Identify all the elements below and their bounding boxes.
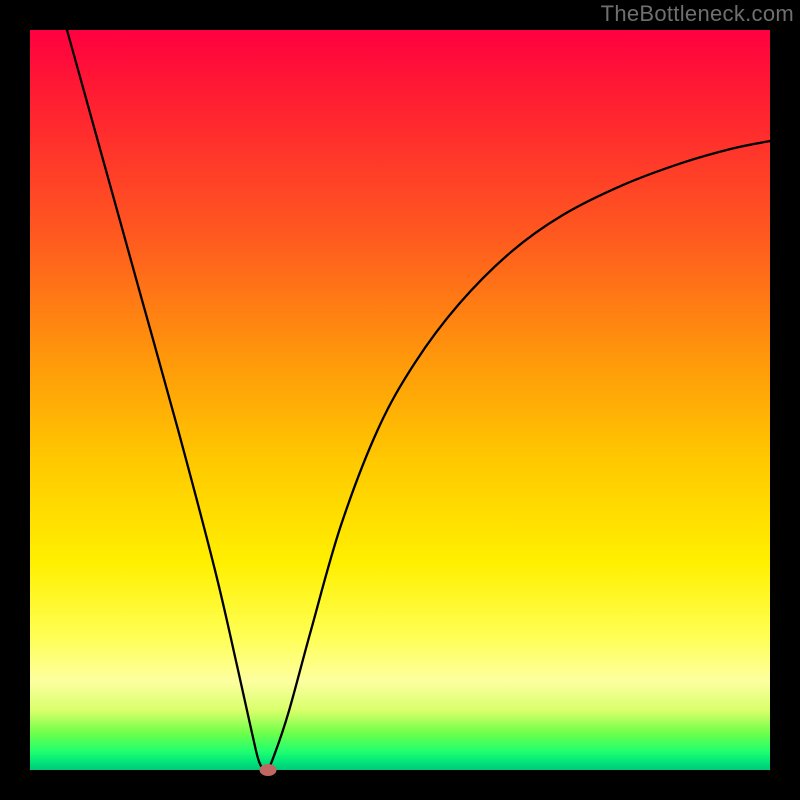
curve-svg <box>30 30 770 770</box>
optimal-point-marker <box>260 764 277 776</box>
watermark-text: TheBottleneck.com <box>601 1 794 27</box>
chart-frame: TheBottleneck.com <box>0 0 800 800</box>
bottleneck-curve <box>67 30 770 770</box>
plot-area <box>30 30 770 770</box>
